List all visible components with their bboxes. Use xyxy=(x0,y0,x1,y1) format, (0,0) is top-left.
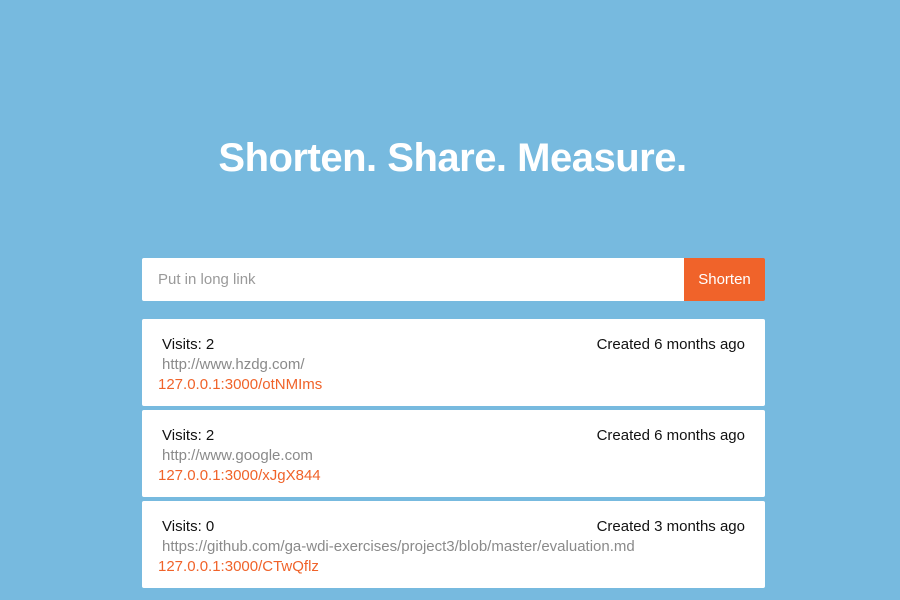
visits-count: Visits: 2 xyxy=(162,336,215,353)
long-link-input[interactable] xyxy=(142,258,684,301)
page-headline: Shorten. Share. Measure. xyxy=(218,136,687,180)
visits-count: Visits: 2 xyxy=(162,427,215,444)
short-url-link[interactable]: 127.0.0.1:3000/CTwQflz xyxy=(158,558,319,575)
long-url: http://www.google.com xyxy=(162,447,313,464)
shorten-form: Shorten xyxy=(142,258,765,301)
created-date: Created 6 months ago xyxy=(596,336,745,353)
visits-count: Visits: 0 xyxy=(162,518,215,535)
short-url-link[interactable]: 127.0.0.1:3000/xJgX844 xyxy=(158,467,321,484)
shorten-button[interactable]: Shorten xyxy=(684,258,765,301)
created-date: Created 6 months ago xyxy=(596,427,745,444)
link-card: Visits: 0 Created 3 months ago https://g… xyxy=(142,501,765,588)
page: Shorten. Share. Measure. Shorten Visits:… xyxy=(0,0,900,600)
link-list: Visits: 2 Created 6 months ago http://ww… xyxy=(142,319,765,592)
short-url-link[interactable]: 127.0.0.1:3000/otNMIms xyxy=(158,376,322,393)
long-url: https://github.com/ga-wdi-exercises/proj… xyxy=(162,538,635,555)
long-url: http://www.hzdg.com/ xyxy=(162,356,305,373)
link-card: Visits: 2 Created 6 months ago http://ww… xyxy=(142,410,765,497)
created-date: Created 3 months ago xyxy=(596,518,745,535)
link-card: Visits: 2 Created 6 months ago http://ww… xyxy=(142,319,765,406)
